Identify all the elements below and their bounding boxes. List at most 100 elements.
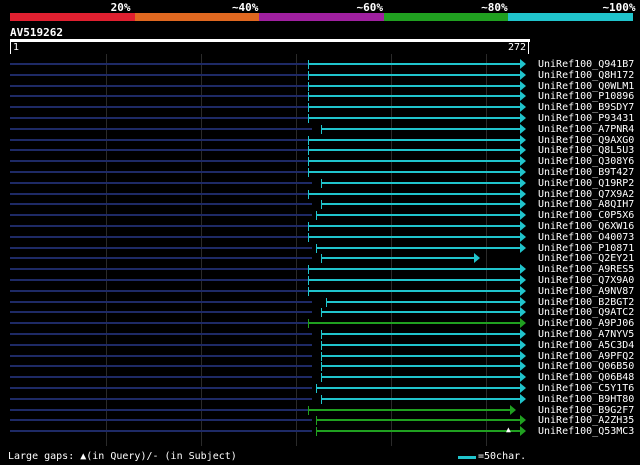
- hit-bar[interactable]: [320, 397, 520, 400]
- hit-bar[interactable]: [308, 84, 520, 87]
- hit-label[interactable]: UniRef100_Q2EY21: [538, 253, 634, 264]
- hit-row[interactable]: UniRef100_Q2EY21: [0, 253, 640, 264]
- hit-row[interactable]: UniRef100_B9G2F7: [0, 404, 640, 416]
- hit-bar[interactable]: [315, 246, 520, 249]
- hit-label[interactable]: UniRef100_B9G2F7: [538, 405, 634, 416]
- hit-bar[interactable]: [308, 106, 520, 109]
- hit-row[interactable]: UniRef100_Q06B50: [0, 361, 640, 372]
- hit-label[interactable]: UniRef100_P10871: [538, 243, 634, 254]
- hit-label[interactable]: UniRef100_Q06B50: [538, 361, 634, 372]
- hit-label[interactable]: UniRef100_A8QIH7: [538, 199, 634, 210]
- hit-bar[interactable]: [320, 333, 520, 335]
- hit-label[interactable]: UniRef100_Q7X9A2: [538, 189, 634, 200]
- hit-bar[interactable]: [308, 322, 520, 325]
- hit-row[interactable]: UniRef100_A8QIH7: [0, 199, 640, 210]
- hit-row[interactable]: UniRef100_P10871: [0, 242, 640, 254]
- hit-row[interactable]: UniRef100_Q06B48: [0, 372, 640, 383]
- hit-row[interactable]: UniRef100_A2ZH35: [0, 415, 640, 426]
- hit-label[interactable]: UniRef100_Q19RP2: [538, 178, 634, 189]
- hit-bar[interactable]: [308, 149, 520, 152]
- hit-bar[interactable]: [320, 181, 520, 184]
- hit-label[interactable]: UniRef100_P10896: [538, 91, 634, 102]
- hit-label[interactable]: UniRef100_Q8L5U3: [538, 145, 634, 156]
- hit-label[interactable]: UniRef100_Q9ATC2: [538, 307, 634, 318]
- hit-label[interactable]: UniRef100_A7PNR4: [538, 124, 634, 135]
- hit-label[interactable]: UniRef100_Q8H172: [538, 70, 634, 81]
- hit-label[interactable]: UniRef100_O40073: [538, 232, 634, 243]
- hit-bar[interactable]: [320, 365, 520, 368]
- hit-row[interactable]: UniRef100_Q941B7: [0, 59, 640, 70]
- hit-row[interactable]: UniRef100_A7PNR4: [0, 123, 640, 135]
- hit-row[interactable]: UniRef100_C5Y1T6: [0, 383, 640, 394]
- hit-bar[interactable]: [308, 63, 520, 65]
- hit-row[interactable]: UniRef100_A9PFQ2: [0, 350, 640, 362]
- hit-bar[interactable]: [308, 138, 520, 141]
- hit-bar[interactable]: [315, 419, 520, 422]
- hit-label[interactable]: UniRef100_Q308Y6: [538, 156, 634, 167]
- hit-row[interactable]: UniRef100_Q9AXG0: [0, 134, 640, 146]
- hit-row[interactable]: UniRef100_O40073: [0, 231, 640, 243]
- hit-label[interactable]: UniRef100_Q6XW16: [538, 221, 634, 232]
- hit-label[interactable]: UniRef100_B9SDY7: [538, 102, 634, 113]
- hit-label[interactable]: UniRef100_A9PFQ2: [538, 351, 634, 362]
- hit-row[interactable]: UniRef100_A9RES5: [0, 264, 640, 275]
- hit-row[interactable]: UniRef100_A9NV87: [0, 285, 640, 297]
- hit-bar[interactable]: [320, 127, 520, 130]
- hit-label[interactable]: UniRef100_C0P5X6: [538, 210, 634, 221]
- hit-bar[interactable]: [320, 311, 520, 314]
- hit-label[interactable]: UniRef100_P93431: [538, 113, 634, 124]
- hit-bar[interactable]: [315, 214, 520, 217]
- hit-bar[interactable]: [326, 300, 520, 303]
- hit-label[interactable]: UniRef100_A9RES5: [538, 264, 634, 275]
- hit-bar[interactable]: [308, 408, 510, 411]
- hit-bar[interactable]: [320, 354, 520, 357]
- hit-bar[interactable]: [320, 203, 520, 206]
- hit-bar[interactable]: [308, 117, 520, 119]
- hit-row[interactable]: UniRef100_Q53MC3: [0, 426, 640, 437]
- hit-label[interactable]: UniRef100_Q9AXG0: [538, 135, 634, 146]
- hit-label[interactable]: UniRef100_Q941B7: [538, 59, 634, 70]
- hit-bar[interactable]: [315, 430, 520, 433]
- hit-row[interactable]: UniRef100_B2BGT2: [0, 296, 640, 308]
- hit-label[interactable]: UniRef100_Q7X9A0: [538, 275, 634, 286]
- hit-row[interactable]: UniRef100_Q7X9A0: [0, 275, 640, 286]
- hit-row[interactable]: UniRef100_Q7X9A2: [0, 188, 640, 200]
- hit-label[interactable]: UniRef100_A9PJ06: [538, 318, 634, 329]
- hit-label[interactable]: UniRef100_Q53MC3: [538, 426, 634, 437]
- hit-bar[interactable]: [320, 343, 520, 346]
- hit-bar[interactable]: [308, 279, 520, 281]
- hit-row[interactable]: UniRef100_Q0WLM1: [0, 80, 640, 92]
- hit-label[interactable]: UniRef100_B9HT80: [538, 394, 634, 405]
- hit-row[interactable]: UniRef100_Q6XW16: [0, 221, 640, 232]
- hit-row[interactable]: UniRef100_P93431: [0, 113, 640, 124]
- hit-label[interactable]: UniRef100_Q06B48: [538, 372, 634, 383]
- hit-row[interactable]: UniRef100_A9PJ06: [0, 318, 640, 329]
- hit-row[interactable]: UniRef100_Q19RP2: [0, 177, 640, 189]
- hit-row[interactable]: UniRef100_B9SDY7: [0, 102, 640, 113]
- hit-bar[interactable]: [308, 268, 520, 271]
- hit-label[interactable]: UniRef100_A5C3D4: [538, 340, 634, 351]
- hit-row[interactable]: UniRef100_C0P5X6: [0, 210, 640, 221]
- hit-row[interactable]: UniRef100_B9T427: [0, 167, 640, 178]
- hit-bar[interactable]: [308, 289, 520, 292]
- hit-label[interactable]: UniRef100_Q0WLM1: [538, 81, 634, 92]
- hit-label[interactable]: UniRef100_C5Y1T6: [538, 383, 634, 394]
- hit-row[interactable]: UniRef100_A7NYV5: [0, 329, 640, 340]
- hit-bar[interactable]: [308, 160, 520, 163]
- hit-bar[interactable]: [308, 235, 520, 238]
- hit-bar[interactable]: [308, 192, 520, 195]
- hit-bar[interactable]: [308, 225, 520, 227]
- hit-bar[interactable]: [320, 257, 474, 260]
- hit-row[interactable]: UniRef100_Q8H172: [0, 69, 640, 81]
- hit-bar[interactable]: [308, 95, 520, 98]
- hit-bar[interactable]: [315, 387, 520, 389]
- hit-bar[interactable]: [308, 171, 520, 173]
- hit-label[interactable]: UniRef100_A2ZH35: [538, 415, 634, 426]
- hit-label[interactable]: UniRef100_A9NV87: [538, 286, 634, 297]
- hit-label[interactable]: UniRef100_B9T427: [538, 167, 634, 178]
- hit-bar[interactable]: [320, 376, 520, 379]
- hit-label[interactable]: UniRef100_A7NYV5: [538, 329, 634, 340]
- hit-row[interactable]: UniRef100_P10896: [0, 91, 640, 102]
- hit-row[interactable]: UniRef100_Q8L5U3: [0, 145, 640, 156]
- hit-row[interactable]: UniRef100_Q308Y6: [0, 156, 640, 167]
